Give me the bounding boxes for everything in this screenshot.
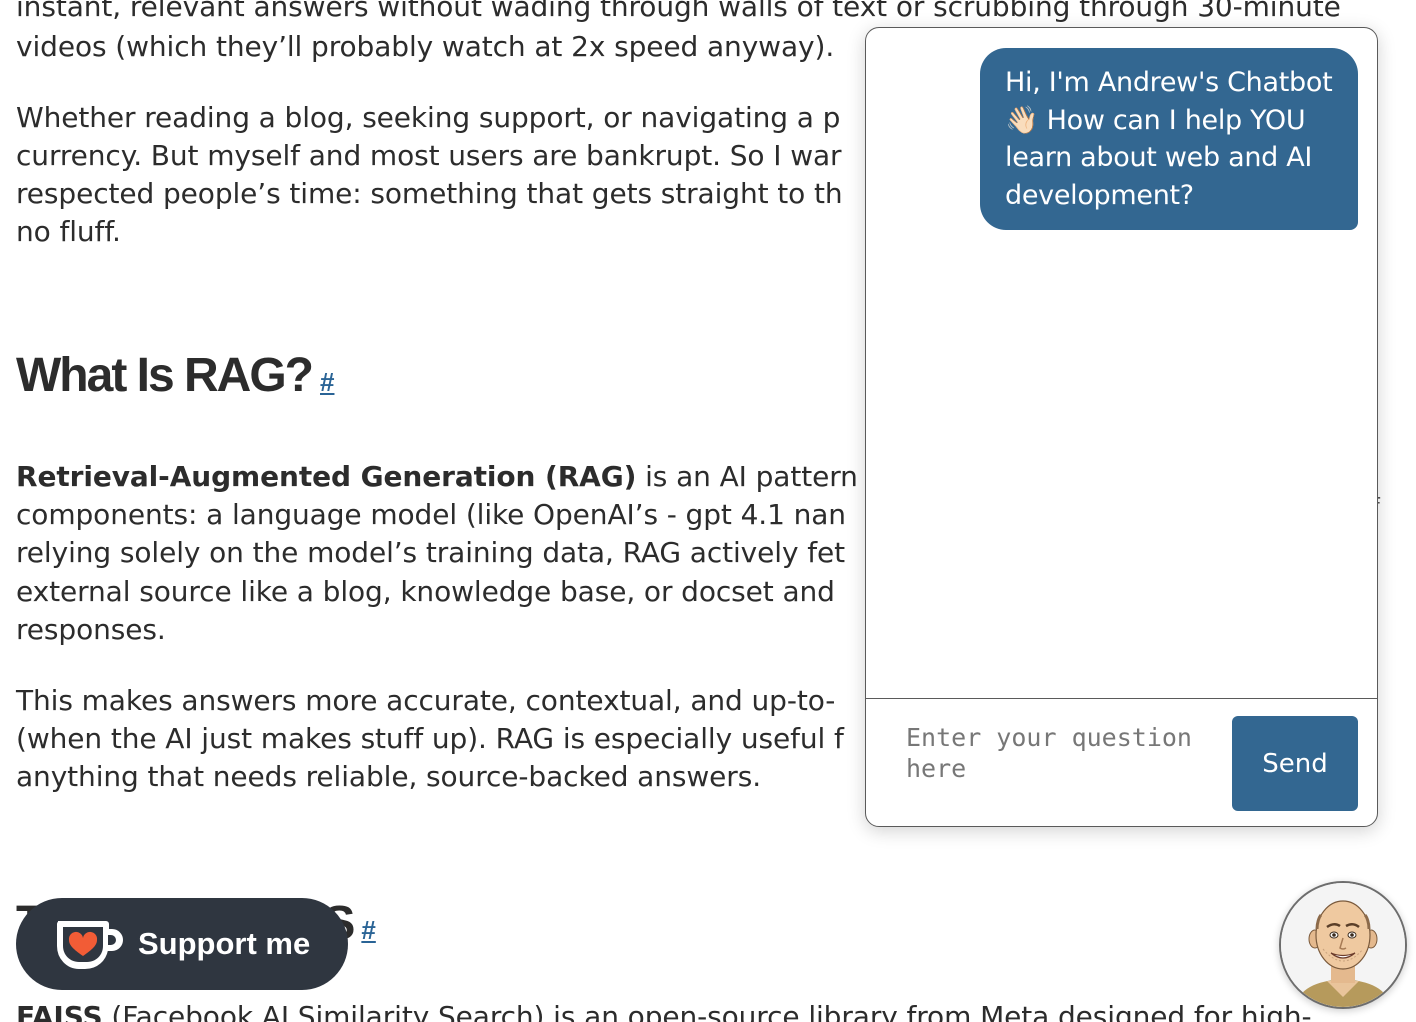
chat-divider [866,698,1377,699]
paragraph-text: is an AI pattern t [636,460,878,493]
paragraph-line: FAISS (Facebook AI Similarity Search) is… [16,998,1312,1022]
paragraph-line: anything that needs reliable, source-bac… [16,760,761,793]
support-me-label: Support me [138,926,311,961]
paragraph-line: This makes answers more accurate, contex… [16,684,836,717]
paragraph-line: responses. [16,613,166,646]
chatbot-avatar-icon [1281,883,1405,1007]
paragraph-line: no fluff. [16,215,121,248]
section-heading-what-is-rag: What Is RAG? # [16,348,334,403]
bold-term: FAISS [16,1000,103,1022]
chat-message-list[interactable]: Hi, I'm Andrew's Chatbot 👋🏻 How can I he… [866,28,1377,698]
support-me-button[interactable]: Support me [16,898,348,990]
paragraph-text: (Facebook AI Similarity Search) is an op… [102,1000,1312,1022]
paragraph-line: Whether reading a blog, seeking support,… [16,101,841,134]
bold-term: Retrieval-Augmented Generation (RAG) [16,460,637,493]
chat-panel: Hi, I'm Andrew's Chatbot 👋🏻 How can I he… [865,27,1378,827]
chatbot-avatar-button[interactable] [1279,881,1407,1009]
bot-message-bubble: Hi, I'm Andrew's Chatbot 👋🏻 How can I he… [980,48,1358,230]
send-button[interactable]: Send [1232,716,1358,811]
chat-question-input[interactable] [892,718,1222,814]
paragraph-line: currency. But myself and most users are … [16,139,842,172]
heading-anchor-link[interactable]: # [320,367,334,397]
paragraph-line: instant, relevant answers without wading… [16,0,1341,23]
paragraph-line: relying solely on the model’s training d… [16,536,845,569]
paragraph-line: external source like a blog, knowledge b… [16,575,835,608]
kofi-cup-heart-icon [57,921,123,969]
paragraph-line: respected people’s time: something that … [16,177,843,210]
heading-anchor-link[interactable]: # [361,915,375,945]
paragraph-line: (when the AI just makes stuff up). RAG i… [16,722,844,755]
heading-text: What Is RAG? [16,349,314,402]
paragraph-line: components: a language model (like OpenA… [16,498,846,531]
paragraph-line: Retrieval-Augmented Generation (RAG) is … [16,458,878,496]
paragraph-line: videos (which they’ll probably watch at … [16,30,835,63]
